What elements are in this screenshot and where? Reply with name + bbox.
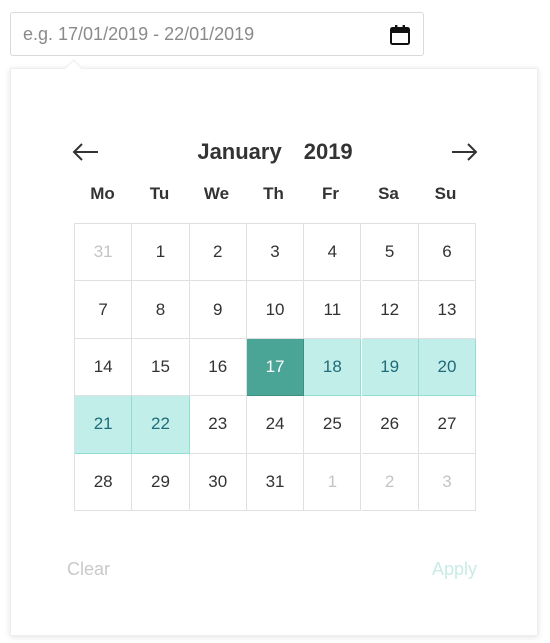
day-cell[interactable]: 5 <box>361 224 419 282</box>
year-label: 2019 <box>303 139 353 164</box>
day-cell[interactable]: 8 <box>132 281 190 339</box>
day-cell-other-month[interactable]: 3 <box>418 453 477 511</box>
day-cell[interactable]: 13 <box>418 281 477 339</box>
datepicker-popup: January 2019 Mo Tu We Th Fr Sa Su 31 1 2 3 4 5… <box>10 59 538 636</box>
day-cell[interactable]: 24 <box>246 396 305 454</box>
day-cell[interactable]: 16 <box>189 338 247 397</box>
day-cell[interactable]: 26 <box>361 396 419 454</box>
day-cell[interactable]: 6 <box>418 224 477 282</box>
day-cell[interactable]: 1 <box>132 224 190 282</box>
clear-button[interactable]: Clear <box>67 559 110 580</box>
day-cell[interactable]: 14 <box>75 338 133 397</box>
popup-caret <box>64 59 83 78</box>
day-cell[interactable]: 3 <box>246 224 305 282</box>
day-grid: 31 1 2 3 4 5 6 7 8 9 10 11 12 13 14 15 16 17 18 19 20 21 22 23 2… <box>74 223 477 511</box>
day-cell-selected-start[interactable]: 17 <box>246 338 305 397</box>
day-cell-in-range[interactable]: 21 <box>75 396 133 454</box>
day-cell[interactable]: 23 <box>189 396 247 454</box>
day-cell[interactable]: 4 <box>304 224 362 282</box>
weekday-th: Th <box>263 184 284 203</box>
day-cell-other-month[interactable]: 31 <box>75 224 133 282</box>
day-cell[interactable]: 15 <box>132 338 190 397</box>
month-label: January <box>197 139 282 164</box>
weekday-header: Mo Tu We Th Fr Sa Su <box>74 184 474 204</box>
day-cell-other-month[interactable]: 1 <box>304 453 362 511</box>
day-cell[interactable]: 27 <box>418 396 477 454</box>
day-cell[interactable]: 7 <box>75 281 133 339</box>
day-cell[interactable]: 30 <box>189 453 247 511</box>
day-cell[interactable]: 10 <box>246 281 305 339</box>
day-cell-in-range[interactable]: 18 <box>304 338 362 397</box>
day-cell[interactable]: 12 <box>361 281 419 339</box>
day-cell-in-range[interactable]: 19 <box>361 338 419 397</box>
day-cell-in-range[interactable]: 20 <box>418 338 477 397</box>
day-cell[interactable]: 9 <box>189 281 247 339</box>
weekday-sa: Sa <box>378 184 399 203</box>
arrow-right-icon[interactable] <box>449 139 479 165</box>
weekday-we: We <box>203 184 230 203</box>
day-cell[interactable]: 31 <box>246 453 305 511</box>
day-cell[interactable]: 11 <box>304 281 362 339</box>
weekday-mo: Mo <box>90 184 115 203</box>
date-range-input[interactable] <box>23 13 383 55</box>
day-cell[interactable]: 29 <box>132 453 190 511</box>
day-cell[interactable]: 25 <box>304 396 362 454</box>
day-cell-in-range[interactable]: 22 <box>132 396 190 454</box>
apply-button[interactable]: Apply <box>432 559 477 580</box>
weekday-tu: Tu <box>149 184 170 203</box>
weekday-su: Su <box>434 184 457 203</box>
calendar-icon[interactable] <box>389 24 411 46</box>
day-cell[interactable]: 28 <box>75 453 133 511</box>
date-range-field[interactable] <box>10 12 424 56</box>
day-cell-other-month[interactable]: 2 <box>361 453 419 511</box>
day-cell[interactable]: 2 <box>189 224 247 282</box>
weekday-fr: Fr <box>322 184 339 203</box>
